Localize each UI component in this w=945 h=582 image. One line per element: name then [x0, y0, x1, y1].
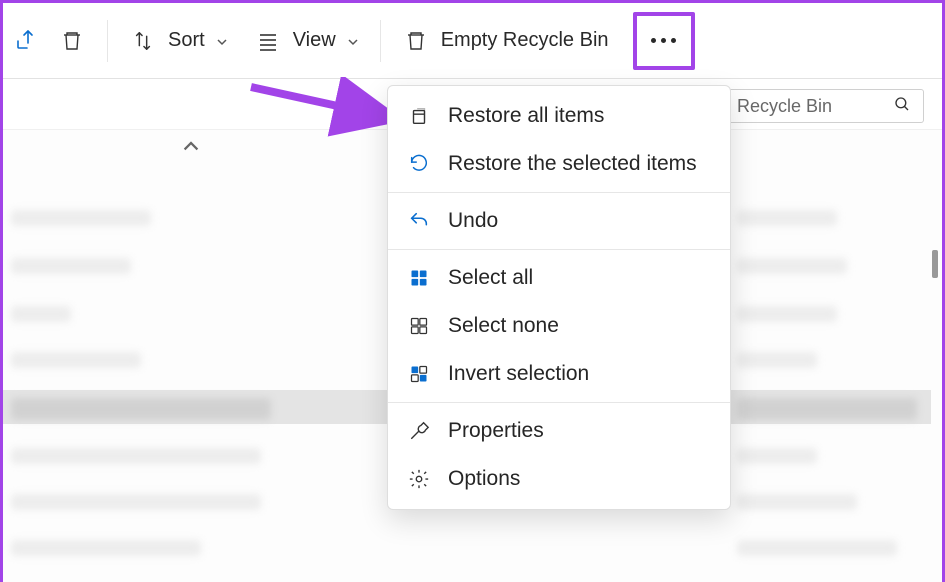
invert-selection-icon [408, 363, 430, 385]
search-input[interactable]: n Recycle Bin [714, 89, 924, 123]
view-list-icon [255, 28, 281, 54]
restore-all-icon [408, 105, 430, 127]
empty-recycle-bin-label: Empty Recycle Bin [441, 29, 609, 52]
menu-item-label: Select none [448, 314, 559, 338]
undo-icon [408, 210, 430, 232]
menu-properties[interactable]: Properties [388, 407, 730, 455]
menu-separator [388, 192, 730, 193]
search-icon [893, 95, 911, 118]
more-button[interactable] [645, 32, 682, 49]
menu-invert-selection[interactable]: Invert selection [388, 350, 730, 398]
sort-label: Sort [168, 29, 205, 52]
chevron-down-icon [348, 29, 358, 52]
separator [380, 20, 381, 62]
chevron-down-icon [217, 29, 227, 52]
sort-button[interactable]: Sort [116, 18, 241, 64]
view-label: View [293, 29, 336, 52]
delete-button[interactable] [45, 18, 99, 64]
trash-icon [59, 28, 85, 54]
toolbar: Sort View Empty Recycle Bin [3, 3, 942, 79]
menu-select-none[interactable]: Select none [388, 302, 730, 350]
scrollbar-thumb[interactable] [932, 250, 938, 278]
more-menu: Restore all items Restore the selected i… [387, 85, 731, 510]
select-none-icon [408, 315, 430, 337]
options-gear-icon [408, 468, 430, 490]
more-button-highlight [633, 12, 695, 70]
menu-separator [388, 402, 730, 403]
search-placeholder: n Recycle Bin [722, 96, 893, 117]
restore-selected-icon [408, 153, 430, 175]
more-icon [651, 38, 676, 43]
empty-recycle-bin-button[interactable]: Empty Recycle Bin [389, 18, 623, 64]
properties-icon [408, 420, 430, 442]
separator [107, 20, 108, 62]
share-icon [13, 28, 39, 54]
menu-options[interactable]: Options [388, 455, 730, 503]
menu-item-label: Properties [448, 419, 544, 443]
menu-select-all[interactable]: Select all [388, 254, 730, 302]
menu-item-label: Select all [448, 266, 533, 290]
menu-separator [388, 249, 730, 250]
menu-item-label: Invert selection [448, 362, 589, 386]
menu-item-label: Restore the selected items [448, 152, 697, 176]
menu-item-label: Restore all items [448, 104, 604, 128]
menu-restore-selected[interactable]: Restore the selected items [388, 140, 730, 188]
select-all-icon [408, 267, 430, 289]
chevron-up-icon[interactable] [183, 140, 203, 160]
share-button[interactable] [7, 18, 45, 64]
menu-item-label: Undo [448, 209, 498, 233]
sort-icon [130, 28, 156, 54]
menu-restore-all[interactable]: Restore all items [388, 92, 730, 140]
trash-icon [403, 28, 429, 54]
view-button[interactable]: View [241, 18, 372, 64]
menu-item-label: Options [448, 467, 520, 491]
menu-undo[interactable]: Undo [388, 197, 730, 245]
